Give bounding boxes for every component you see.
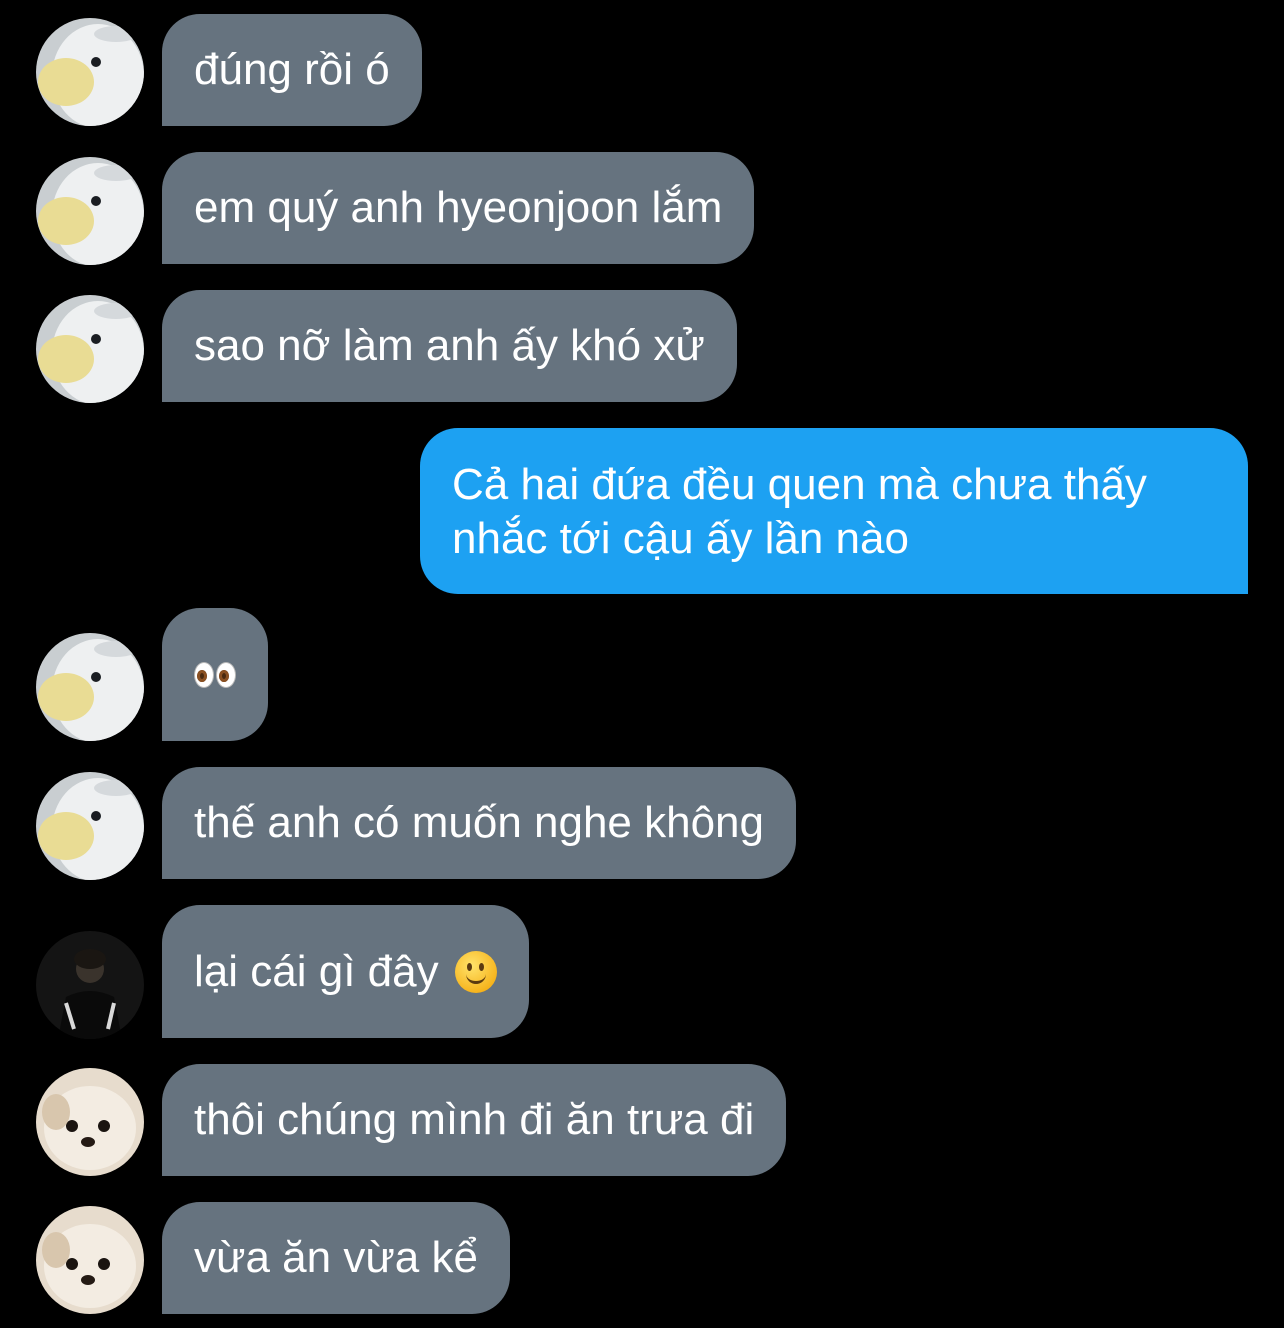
plush-bird-avatar[interactable]: [36, 18, 144, 126]
plush-bird-avatar[interactable]: [36, 772, 144, 880]
message-text: thế anh có muốn nghe không: [194, 798, 765, 847]
message-text: đúng rồi ó: [194, 45, 390, 94]
sent-message-bubble[interactable]: Cả hai đứa đều quen mà chưa thấy nhắc tớ…: [420, 428, 1248, 594]
message-bubble[interactable]: lại cái gì đây: [162, 905, 529, 1038]
eyes-emoji: [194, 661, 236, 688]
person-dark-avatar[interactable]: [36, 931, 144, 1039]
message-text: sao nỡ làm anh ấy khó xử: [194, 321, 705, 370]
message-bubble[interactable]: [162, 608, 268, 741]
message-bubble[interactable]: thôi chúng mình đi ăn trưa đi: [162, 1064, 787, 1176]
message-bubble[interactable]: sao nỡ làm anh ấy khó xử: [162, 290, 737, 402]
pomeranian-avatar[interactable]: [36, 1068, 144, 1176]
plush-bird-avatar[interactable]: [36, 157, 144, 265]
message-bubble[interactable]: em quý anh hyeonjoon lắm: [162, 152, 755, 264]
pomeranian-avatar[interactable]: [36, 1206, 144, 1314]
message-bubble[interactable]: thế anh có muốn nghe không: [162, 767, 797, 879]
message-text: Cả hai đứa đều quen mà chưa thấy nhắc tớ…: [452, 460, 1147, 563]
plush-bird-avatar[interactable]: [36, 633, 144, 741]
slight-smile-emoji: [454, 950, 497, 993]
message-text: lại cái gì đây: [194, 946, 439, 996]
plush-bird-avatar[interactable]: [36, 295, 144, 403]
message-text: em quý anh hyeonjoon lắm: [194, 183, 723, 232]
message-text: vừa ăn vừa kể: [194, 1233, 478, 1282]
message-text: thôi chúng mình đi ăn trưa đi: [194, 1095, 755, 1144]
message-bubble[interactable]: đúng rồi ó: [162, 14, 422, 126]
message-bubble[interactable]: vừa ăn vừa kể: [162, 1202, 510, 1314]
